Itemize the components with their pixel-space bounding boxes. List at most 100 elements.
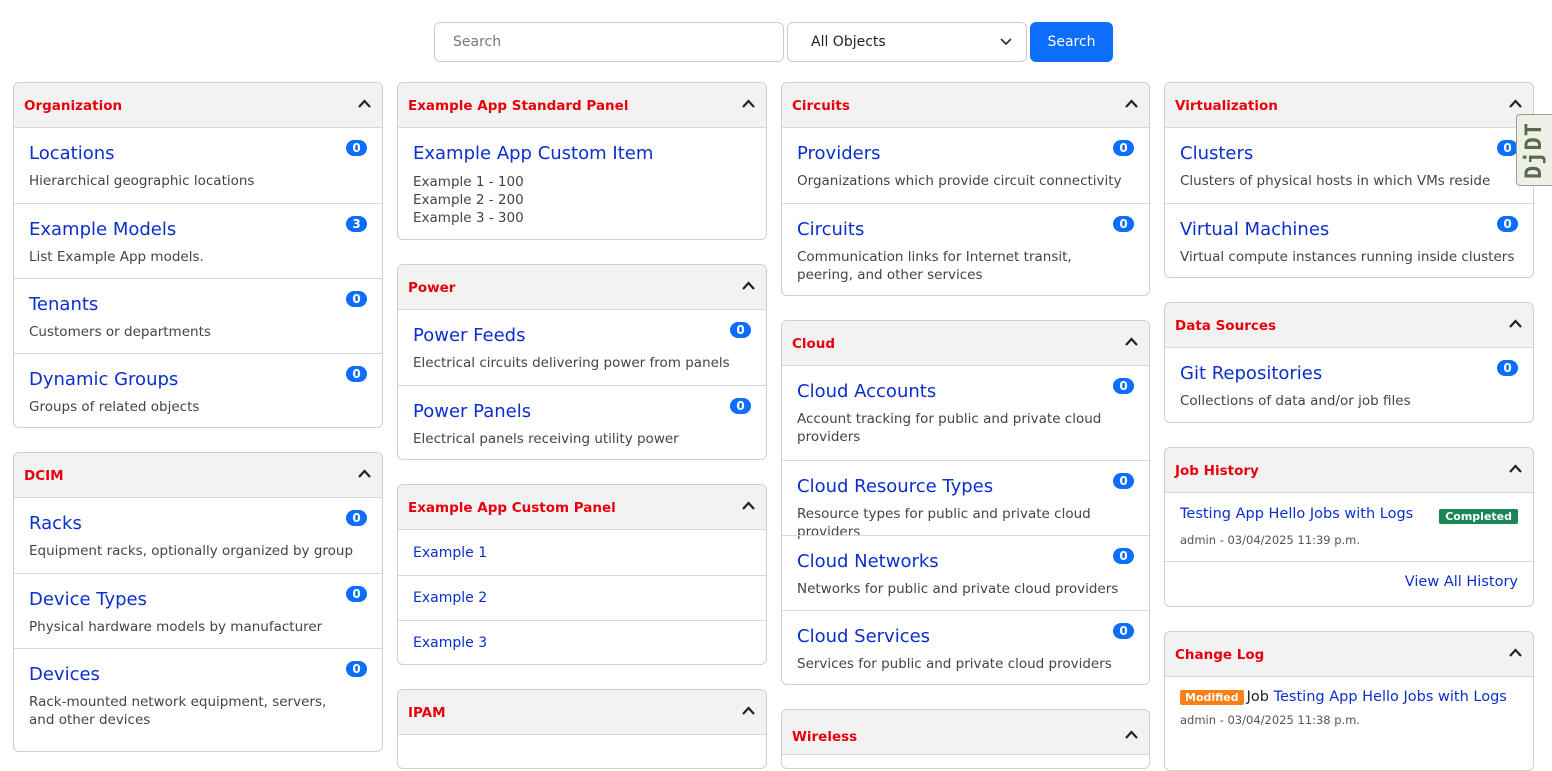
chevron-up-icon[interactable] — [1507, 644, 1523, 660]
job-history-entry: Testing App Hello Jobs with Logs Complet… — [1165, 493, 1533, 562]
item-description: Equipment racks, optionally organized by… — [29, 543, 354, 559]
panel-example-app-custom: Example App Custom Panel Example 1 Examp… — [397, 484, 767, 665]
status-badge: Completed — [1439, 509, 1518, 524]
chevron-up-icon[interactable] — [740, 702, 756, 718]
item-link[interactable]: Circuits — [797, 204, 1134, 240]
count-badge: 0 — [1497, 140, 1518, 156]
list-item: Power Feeds Electrical circuits deliveri… — [398, 310, 766, 385]
list-item: Example App Custom Item Example 1 - 100 … — [398, 128, 766, 239]
item-link[interactable]: Cloud Networks — [797, 536, 1134, 572]
item-link[interactable]: Virtual Machines — [1180, 204, 1518, 240]
item-link[interactable]: Cloud Resource Types — [797, 461, 1134, 497]
item-link[interactable]: Git Repositories — [1180, 348, 1518, 384]
panel-header: Virtualization — [1165, 83, 1533, 128]
list-item: Racks Equipment racks, optionally organi… — [14, 498, 382, 573]
chevron-up-icon[interactable] — [1507, 460, 1523, 476]
view-all-history-link[interactable]: View All History — [1165, 562, 1533, 602]
object-type-select-value: All Objects — [811, 34, 886, 50]
item-link[interactable]: Dynamic Groups — [29, 354, 367, 390]
count-badge: 0 — [1113, 623, 1134, 639]
panel-title: IPAM — [408, 705, 446, 721]
item-link[interactable]: Example 3 — [413, 635, 487, 651]
chevron-up-icon[interactable] — [1507, 315, 1523, 331]
debug-toolbar-label: DjDT — [1522, 121, 1548, 179]
chevron-up-icon[interactable] — [740, 277, 756, 293]
panel-job-history: Job History Testing App Hello Jobs with … — [1164, 447, 1534, 607]
panel-title: Example App Standard Panel — [408, 98, 629, 114]
item-description: Rack-mounted network equipment, servers,… — [29, 694, 327, 728]
list-item: Clusters Clusters of physical hosts in w… — [1165, 128, 1533, 203]
panel-data-sources: Data Sources Git Repositories Collection… — [1164, 302, 1534, 423]
item-link[interactable]: Power Feeds — [413, 310, 751, 346]
list-item: Power Panels Electrical panels receiving… — [398, 385, 766, 459]
search-input[interactable] — [434, 22, 784, 62]
item-link[interactable]: Example App Custom Item — [413, 128, 751, 164]
search-button[interactable]: Search — [1030, 22, 1113, 62]
count-badge: 0 — [1113, 140, 1134, 156]
list-item: Cloud Networks Networks for public and p… — [782, 535, 1149, 610]
panel-organization: Organization Locations Hierarchical geog… — [13, 82, 383, 428]
object-link[interactable]: Testing App Hello Jobs with Logs — [1274, 689, 1507, 705]
change-log-line: Modified Job Testing App Hello Jobs with … — [1180, 689, 1518, 705]
item-description: Clusters of physical hosts in which VMs … — [1180, 173, 1491, 189]
item-description: Electrical circuits delivering power fro… — [413, 355, 730, 371]
item-link[interactable]: Locations — [29, 128, 367, 164]
item-description: List Example App models. — [29, 249, 204, 265]
count-badge: 0 — [346, 586, 367, 602]
list-item: Example Models List Example App models. … — [14, 203, 382, 278]
item-link[interactable]: Example 1 — [413, 545, 487, 561]
list-item: Git Repositories Collections of data and… — [1165, 348, 1533, 422]
count-badge: 0 — [1497, 360, 1518, 376]
list-item: Virtual Machines Virtual compute instanc… — [1165, 203, 1533, 277]
item-description: Hierarchical geographic locations — [29, 173, 255, 189]
count-badge: 0 — [1113, 216, 1134, 232]
item-link[interactable]: Example 2 — [413, 590, 487, 606]
debug-toolbar-handle[interactable]: DjDT — [1516, 114, 1552, 186]
panel-title: Circuits — [792, 98, 850, 114]
item-link[interactable]: Clusters — [1180, 128, 1518, 164]
chevron-up-icon[interactable] — [1123, 726, 1139, 742]
chevron-up-icon[interactable] — [356, 465, 372, 481]
count-badge: 0 — [730, 398, 751, 414]
item-link[interactable]: Devices — [29, 649, 367, 685]
panel-title: Virtualization — [1175, 98, 1278, 114]
list-item: Cloud Accounts Account tracking for publ… — [782, 366, 1149, 460]
job-link[interactable]: Testing App Hello Jobs with Logs — [1180, 506, 1413, 522]
action-badge: Modified — [1180, 690, 1244, 705]
count-badge: 0 — [1113, 378, 1134, 394]
panel-change-log: Change Log Modified Job Testing App Hello… — [1164, 631, 1534, 771]
item-link[interactable]: Power Panels — [413, 386, 751, 422]
panel-title: Job History — [1175, 463, 1259, 479]
panel-example-app-standard: Example App Standard Panel Example App C… — [397, 82, 767, 240]
chevron-up-icon[interactable] — [740, 497, 756, 513]
chevron-up-icon[interactable] — [356, 95, 372, 111]
item-link[interactable]: Providers — [797, 128, 1134, 164]
panel-power: Power Power Feeds Electrical circuits de… — [397, 264, 767, 460]
panel-title: Example App Custom Panel — [408, 500, 616, 516]
item-lines: Example 1 - 100 Example 2 - 200 Example … — [413, 173, 751, 227]
object-type-select[interactable]: All Objects — [787, 22, 1027, 62]
item-link[interactable]: Cloud Services — [797, 611, 1134, 647]
count-badge: 0 — [346, 510, 367, 526]
list-item: Locations Hierarchical geographic locati… — [14, 128, 382, 203]
list-item: Circuits Communication links for Interne… — [782, 203, 1149, 295]
item-link[interactable]: Device Types — [29, 574, 367, 610]
chevron-up-icon[interactable] — [1123, 333, 1139, 349]
item-link[interactable]: Cloud Accounts — [797, 366, 1134, 402]
count-badge: 0 — [730, 322, 751, 338]
item-link[interactable]: Racks — [29, 498, 367, 534]
item-link[interactable]: Tenants — [29, 279, 367, 315]
panel-header: Job History — [1165, 448, 1533, 493]
object-type: Job — [1246, 689, 1269, 705]
change-log-meta: admin - 03/04/2025 11:38 p.m. — [1180, 713, 1361, 727]
list-item: Device Types Physical hardware models by… — [14, 573, 382, 648]
count-badge: 3 — [346, 216, 367, 232]
count-badge: 0 — [346, 291, 367, 307]
chevron-up-icon[interactable] — [1507, 95, 1523, 111]
job-meta: admin - 03/04/2025 11:39 p.m. — [1180, 533, 1361, 547]
count-badge: 0 — [346, 661, 367, 677]
item-link[interactable]: Example Models — [29, 204, 367, 240]
chevron-up-icon[interactable] — [740, 95, 756, 111]
chevron-down-icon — [1000, 36, 1012, 49]
chevron-up-icon[interactable] — [1123, 95, 1139, 111]
